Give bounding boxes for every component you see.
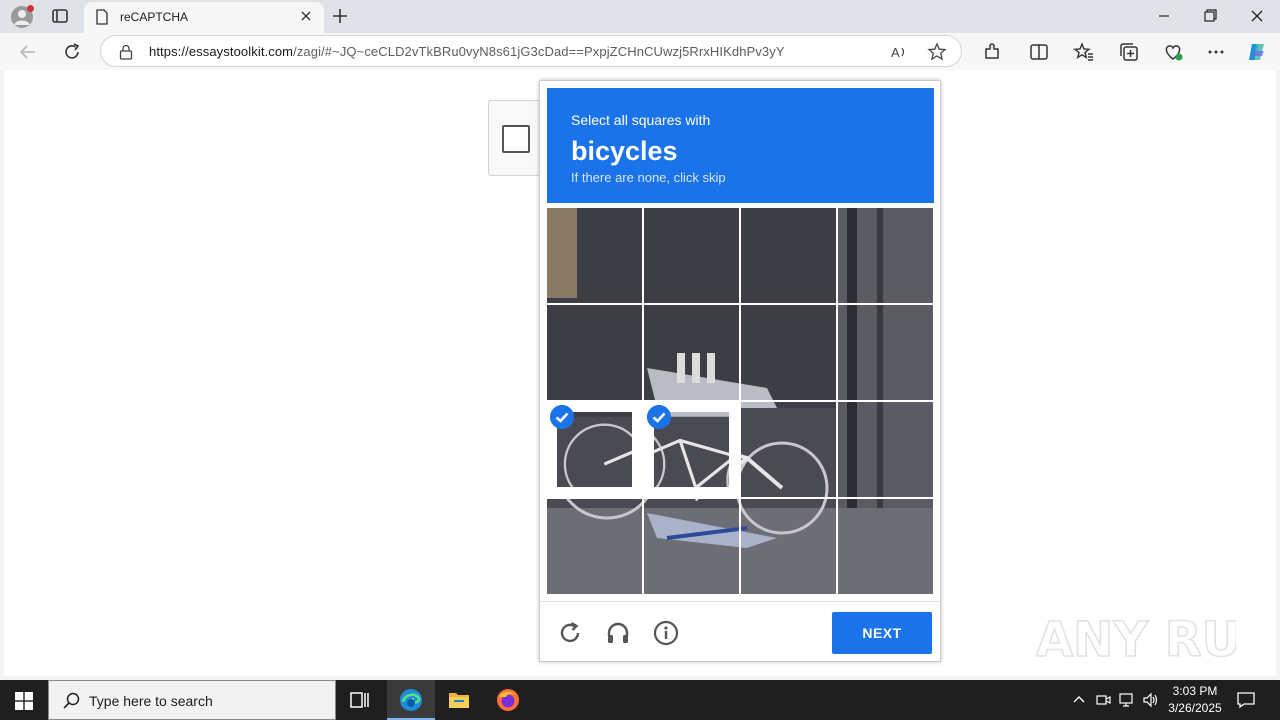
restore-icon[interactable] [1196,4,1224,28]
svg-text:A: A [891,45,900,60]
challenge-footer: NEXT [540,601,940,661]
tile-image [741,208,836,303]
extensions-icon[interactable] [981,41,1003,63]
lock-icon[interactable] [119,44,133,60]
challenge-object: bicycles [571,136,678,166]
read-aloud-icon[interactable]: A [889,42,909,62]
captcha-tile[interactable] [644,402,739,497]
selected-check-icon [550,405,574,429]
network-icon[interactable] [1117,691,1135,709]
captcha-tile[interactable] [741,499,836,594]
tile-image [644,499,739,594]
captcha-tile[interactable] [644,499,739,594]
clock-time: 3:03 PM [1172,684,1218,698]
challenge-header: Select all squares with bicycles If ther… [547,88,934,203]
tab-recaptcha[interactable]: reCAPTCHA [84,2,324,33]
captcha-tile[interactable] [838,305,933,400]
selected-check-icon [647,405,671,429]
next-button[interactable]: NEXT [832,612,932,654]
taskbar-search[interactable]: Type here to search [48,680,336,720]
new-tab-icon[interactable] [330,6,350,26]
close-window-icon[interactable] [1243,4,1271,28]
tile-image [547,305,642,400]
close-tab-icon[interactable] [298,8,314,24]
tile-image [838,499,933,594]
recaptcha-checkbox[interactable] [502,125,530,153]
url-host: https://essaystoolkit.com [149,44,294,59]
tile-image [838,208,933,303]
challenge-hint: If there are none, click skip [571,170,726,185]
folder-icon [449,693,469,708]
captcha-tile[interactable] [547,499,642,594]
captcha-tile[interactable] [741,208,836,303]
tile-image [644,208,739,303]
captcha-tile[interactable] [547,305,642,400]
tile-image [741,402,836,497]
browser-tab-bar: reCAPTCHA [0,0,1280,33]
tile-image [838,402,933,497]
info-icon[interactable] [653,620,679,646]
taskbar-file-explorer[interactable] [435,680,483,720]
tab-actions-icon[interactable] [50,6,70,26]
meet-now-icon[interactable] [1094,691,1112,709]
tile-image [547,208,642,303]
tile-image [838,305,933,400]
watermark-text: ANY RUN [1036,612,1236,668]
windows-start-icon[interactable] [14,691,34,711]
captcha-tile[interactable] [547,208,642,303]
back-icon[interactable] [17,41,39,63]
notification-dot [27,5,34,12]
captcha-tile[interactable] [644,208,739,303]
url-text: https://essaystoolkit.com/zagi/#~JQ~ceCL… [149,44,785,59]
notification-center-icon[interactable] [1236,690,1256,710]
more-menu-icon[interactable] [1205,41,1227,63]
refresh-icon[interactable] [61,41,83,63]
captcha-tile[interactable] [644,305,739,400]
windows-taskbar: Type here to search 3:03 PM 3/26/2025 [0,680,1280,720]
edge-icon [400,689,422,711]
tile-image [547,499,642,594]
firefox-icon [497,689,519,711]
captcha-tile[interactable] [547,402,642,497]
search-placeholder: Type here to search [89,693,213,709]
tile-image [644,305,739,400]
favorites-icon[interactable] [1073,41,1095,63]
browser-toolbar: https://essaystoolkit.com/zagi/#~JQ~ceCL… [0,33,1280,70]
recaptcha-challenge: Select all squares with bicycles If ther… [539,80,941,662]
clock-date: 3/26/2025 [1168,701,1222,715]
chevron-up-icon[interactable] [1070,691,1088,709]
taskbar-clock[interactable]: 3:03 PM 3/26/2025 [1160,683,1230,717]
volume-icon[interactable] [1141,691,1159,709]
image-grid [547,208,934,595]
split-screen-icon[interactable] [1028,41,1050,63]
favorite-star-icon[interactable] [927,42,947,62]
captcha-tile[interactable] [838,499,933,594]
tile-image [741,499,836,594]
address-bar[interactable]: https://essaystoolkit.com/zagi/#~JQ~ceCL… [100,35,962,67]
challenge-instruction: Select all squares with [571,112,711,128]
captcha-tile[interactable] [838,208,933,303]
tab-title: reCAPTCHA [120,10,189,24]
tile-image [741,305,836,400]
taskbar-firefox[interactable] [484,680,532,720]
url-path: /zagi/#~JQ~ceCLD2vTkBRu0vyN8s61jG3cDad==… [293,44,785,59]
anyrun-watermark: ANY RUN [1036,611,1236,669]
page-icon [96,9,108,25]
captcha-tile[interactable] [838,402,933,497]
minimize-icon[interactable] [1150,4,1178,28]
copilot-icon[interactable] [1246,41,1268,63]
captcha-tile[interactable] [741,402,836,497]
captcha-tile[interactable] [741,305,836,400]
task-view-icon[interactable] [336,680,384,720]
audio-challenge-icon[interactable] [605,620,631,646]
reload-icon[interactable] [557,620,583,646]
search-icon [63,692,80,709]
browser-essentials-icon[interactable] [1162,41,1184,63]
taskbar-edge[interactable] [387,680,435,720]
collections-icon[interactable] [1118,41,1140,63]
